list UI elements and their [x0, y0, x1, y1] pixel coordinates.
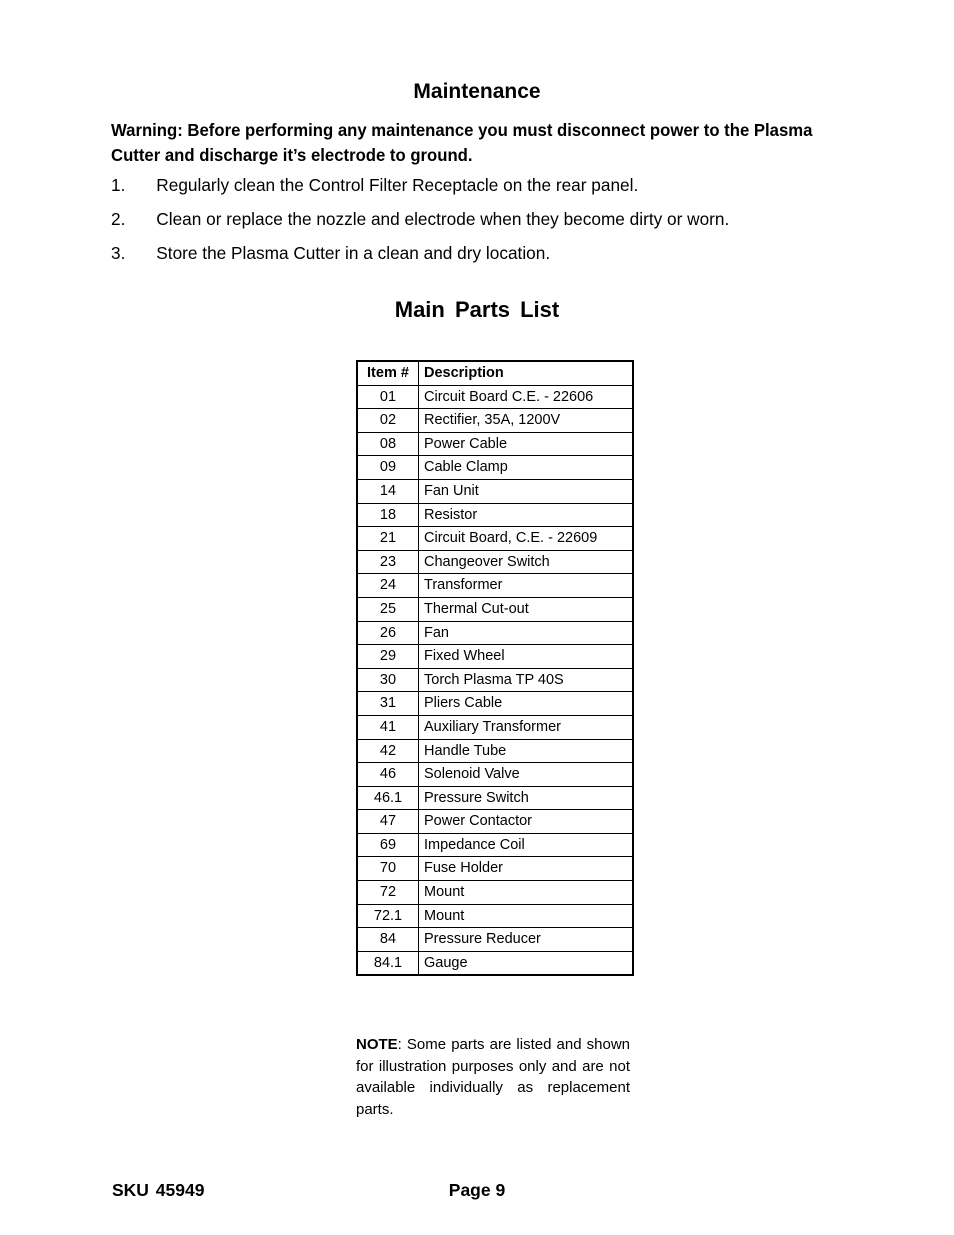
cell-description: Fuse Holder	[418, 856, 634, 882]
document-page: Maintenance Warning: Before performing a…	[0, 0, 954, 1235]
cell-item-number: 01	[356, 384, 419, 410]
table-row: 29 Fixed Wheel	[356, 644, 634, 669]
table-row: 46.1 Pressure Switch	[356, 785, 634, 811]
cell-item-number: 23	[356, 549, 419, 575]
note-label: NOTE	[356, 1036, 398, 1053]
table-row: 23 Changeover Switch	[356, 549, 634, 575]
note-block: NOTE: Some parts are listed and shown fo…	[356, 1034, 630, 1120]
table-row: 25 Thermal Cut-out	[356, 596, 634, 622]
footer-page-number: Page 9	[448, 1180, 506, 1200]
note-body: : Some parts are listed and shown for il…	[356, 1036, 630, 1118]
table-row: 70 Fuse Holder	[356, 856, 634, 882]
cell-description: Solenoid Valve	[418, 762, 634, 787]
table-row: 72 Mount	[356, 880, 634, 905]
step-number: 1.	[111, 175, 126, 195]
cell-description: Changeover Switch	[418, 549, 634, 575]
cell-item-number: 72	[356, 880, 419, 905]
step-number: 2.	[111, 209, 126, 229]
cell-item-number: 26	[356, 620, 419, 646]
cell-item-number: 14	[356, 478, 419, 504]
cell-description: Resistor	[418, 502, 634, 528]
cell-description: Power Cable	[418, 431, 634, 457]
step-text: Regularly clean the Control Filter Recep…	[156, 175, 639, 195]
step-text: Store the Plasma Cutter in a clean and d…	[156, 243, 551, 263]
table-row: 41 Auxiliary Transformer	[356, 714, 634, 740]
cell-item-number: 84	[356, 927, 419, 952]
table-row: 46 Solenoid Valve	[356, 762, 634, 787]
cell-item-number: 41	[356, 714, 419, 740]
cell-item-number: 84.1	[356, 950, 419, 977]
cell-description: Gauge	[418, 950, 634, 977]
cell-description: Handle Tube	[418, 738, 634, 764]
cell-description: Mount	[418, 903, 634, 929]
cell-description: Torch Plasma TP 40S	[418, 667, 634, 693]
cell-item-number: 42	[356, 738, 419, 764]
parts-table: Item # Description 01 Circuit Board C.E. …	[356, 359, 634, 977]
cell-item-number: 69	[356, 832, 419, 858]
cell-item-number: 18	[356, 502, 419, 528]
maintenance-step: 2. Clean or replace the nozzle and electr…	[111, 209, 879, 243]
table-row: 08 Power Cable	[356, 431, 634, 457]
cell-description: Thermal Cut-out	[418, 596, 634, 622]
cell-item-number: 09	[356, 455, 419, 480]
main-parts-list-heading: Main Parts List	[394, 297, 560, 322]
table-row: 24 Transformer	[356, 573, 634, 598]
cell-description: Fan Unit	[418, 478, 634, 504]
table-row: 31 Pliers Cable	[356, 691, 634, 716]
table-row: 09 Cable Clamp	[356, 455, 634, 480]
cell-description: Pliers Cable	[418, 691, 634, 716]
table-row: 84.1 Gauge	[356, 950, 634, 977]
column-header-description: Description	[418, 359, 634, 386]
table-row: 02 Rectifier, 35A, 1200V	[356, 408, 634, 433]
column-header-item: Item #	[356, 359, 419, 386]
cell-item-number: 31	[356, 691, 419, 716]
cell-item-number: 46	[356, 762, 419, 787]
table-row: 72.1 Mount	[356, 903, 634, 929]
table-row: 84 Pressure Reducer	[356, 927, 634, 952]
cell-description: Circuit Board C.E. - 22606	[418, 384, 634, 410]
cell-item-number: 72.1	[356, 903, 419, 929]
maintenance-steps-list: 1. Regularly clean the Control Filter Rec…	[111, 175, 891, 277]
cell-description: Circuit Board, C.E. - 22609	[418, 526, 634, 551]
cell-item-number: 70	[356, 856, 419, 882]
cell-description: Impedance Coil	[418, 832, 634, 858]
table-row: 42 Handle Tube	[356, 738, 634, 764]
step-text: Clean or replace the nozzle and electrod…	[156, 209, 730, 229]
cell-description: Transformer	[418, 573, 634, 598]
parts-table-body: 01 Circuit Board C.E. - 22606 02 Rectifier,…	[356, 384, 634, 977]
table-row: 30 Torch Plasma TP 40S	[356, 667, 634, 693]
cell-description: Mount	[418, 880, 634, 905]
table-row: 26 Fan	[356, 620, 634, 646]
cell-item-number: 02	[356, 408, 419, 433]
maintenance-step: 1. Regularly clean the Control Filter Rec…	[111, 175, 879, 209]
cell-description: Fixed Wheel	[418, 644, 634, 669]
step-number: 3.	[111, 243, 126, 263]
cell-description: Auxiliary Transformer	[418, 714, 634, 740]
table-row: 47 Power Contactor	[356, 809, 634, 834]
table-row: 14 Fan Unit	[356, 478, 634, 504]
table-row: 21 Circuit Board, C.E. - 22609	[356, 526, 634, 551]
cell-description: Pressure Switch	[418, 785, 634, 811]
cell-description: Power Contactor	[418, 809, 634, 834]
cell-description: Fan	[418, 620, 634, 646]
table-row: 69 Impedance Coil	[356, 832, 634, 858]
table-header-row: Item # Description	[356, 359, 634, 386]
table-row: 01 Circuit Board C.E. - 22606	[356, 384, 634, 410]
cell-item-number: 21	[356, 526, 419, 551]
cell-item-number: 08	[356, 431, 419, 457]
warning-paragraph: Warning: Before performing any maintenan…	[111, 120, 813, 165]
maintenance-heading: Maintenance	[413, 80, 541, 103]
cell-description: Cable Clamp	[418, 455, 634, 480]
cell-description: Pressure Reducer	[418, 927, 634, 952]
cell-description: Rectifier, 35A, 1200V	[418, 408, 634, 433]
table-row: 18 Resistor	[356, 502, 634, 528]
cell-item-number: 29	[356, 644, 419, 669]
cell-item-number: 47	[356, 809, 419, 834]
cell-item-number: 30	[356, 667, 419, 693]
maintenance-step: 3. Store the Plasma Cutter in a clean and…	[111, 243, 879, 277]
parts-table-header: Item # Description	[356, 359, 634, 386]
cell-item-number: 25	[356, 596, 419, 622]
cell-item-number: 46.1	[356, 785, 419, 811]
cell-item-number: 24	[356, 573, 419, 598]
